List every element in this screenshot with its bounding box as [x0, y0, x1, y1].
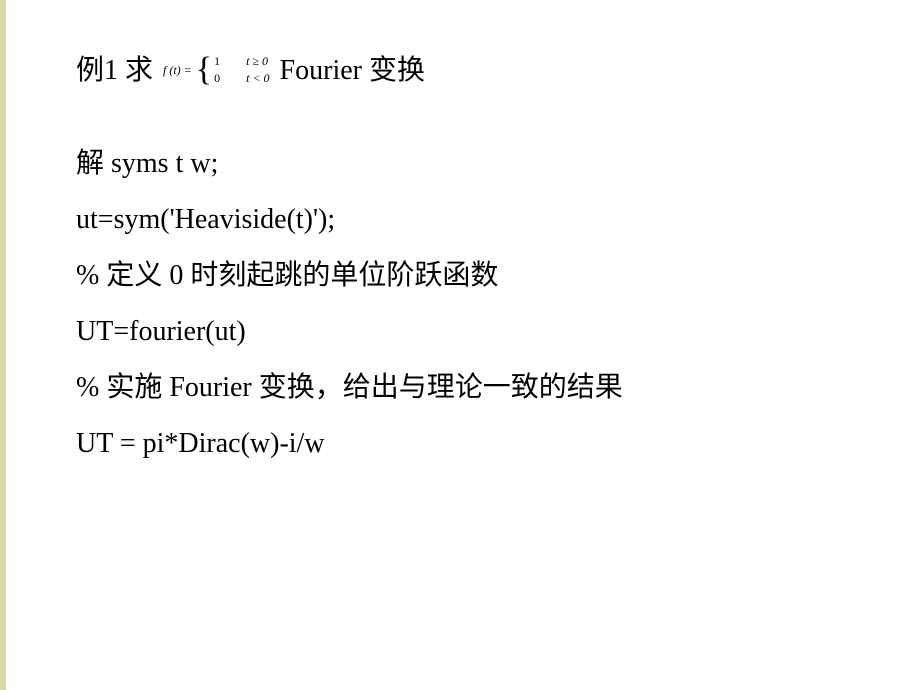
left-brace: {	[196, 56, 212, 83]
solution-line-5: % 实施 Fourier 变换，给出与理论一致的结果	[76, 360, 850, 416]
formula-left: f (t) =	[163, 63, 192, 78]
piece1-value: 1	[214, 53, 224, 70]
slide-content: 例1 求 f (t) = { 1 t ≥ 0 0 t < 0 Fourier 变…	[0, 0, 920, 690]
title-prefix: 例1 求	[76, 48, 153, 88]
solution-line-4: UT=fourier(ut)	[76, 304, 850, 360]
piecewise-cases: 1 t ≥ 0 0 t < 0	[214, 53, 269, 87]
piece2-cond: t < 0	[246, 70, 269, 87]
piece-row-1: 1 t ≥ 0	[214, 53, 269, 70]
piecewise-formula: f (t) = { 1 t ≥ 0 0 t < 0	[163, 53, 270, 87]
solution-line-6: UT = pi*Dirac(w)-i/w	[76, 416, 850, 472]
title-suffix: Fourier 变换	[280, 48, 425, 88]
solution-line-2: ut=sym('Heaviside(t)');	[76, 192, 850, 248]
piece2-value: 0	[214, 70, 224, 87]
solution-line-1: 解 syms t w;	[76, 136, 850, 192]
piece-row-2: 0 t < 0	[214, 70, 269, 87]
example-title: 例1 求 f (t) = { 1 t ≥ 0 0 t < 0 Fourier 变…	[76, 48, 850, 88]
solution-line-3: % 定义 0 时刻起跳的单位阶跃函数	[76, 248, 850, 304]
piece1-cond: t ≥ 0	[246, 53, 268, 70]
